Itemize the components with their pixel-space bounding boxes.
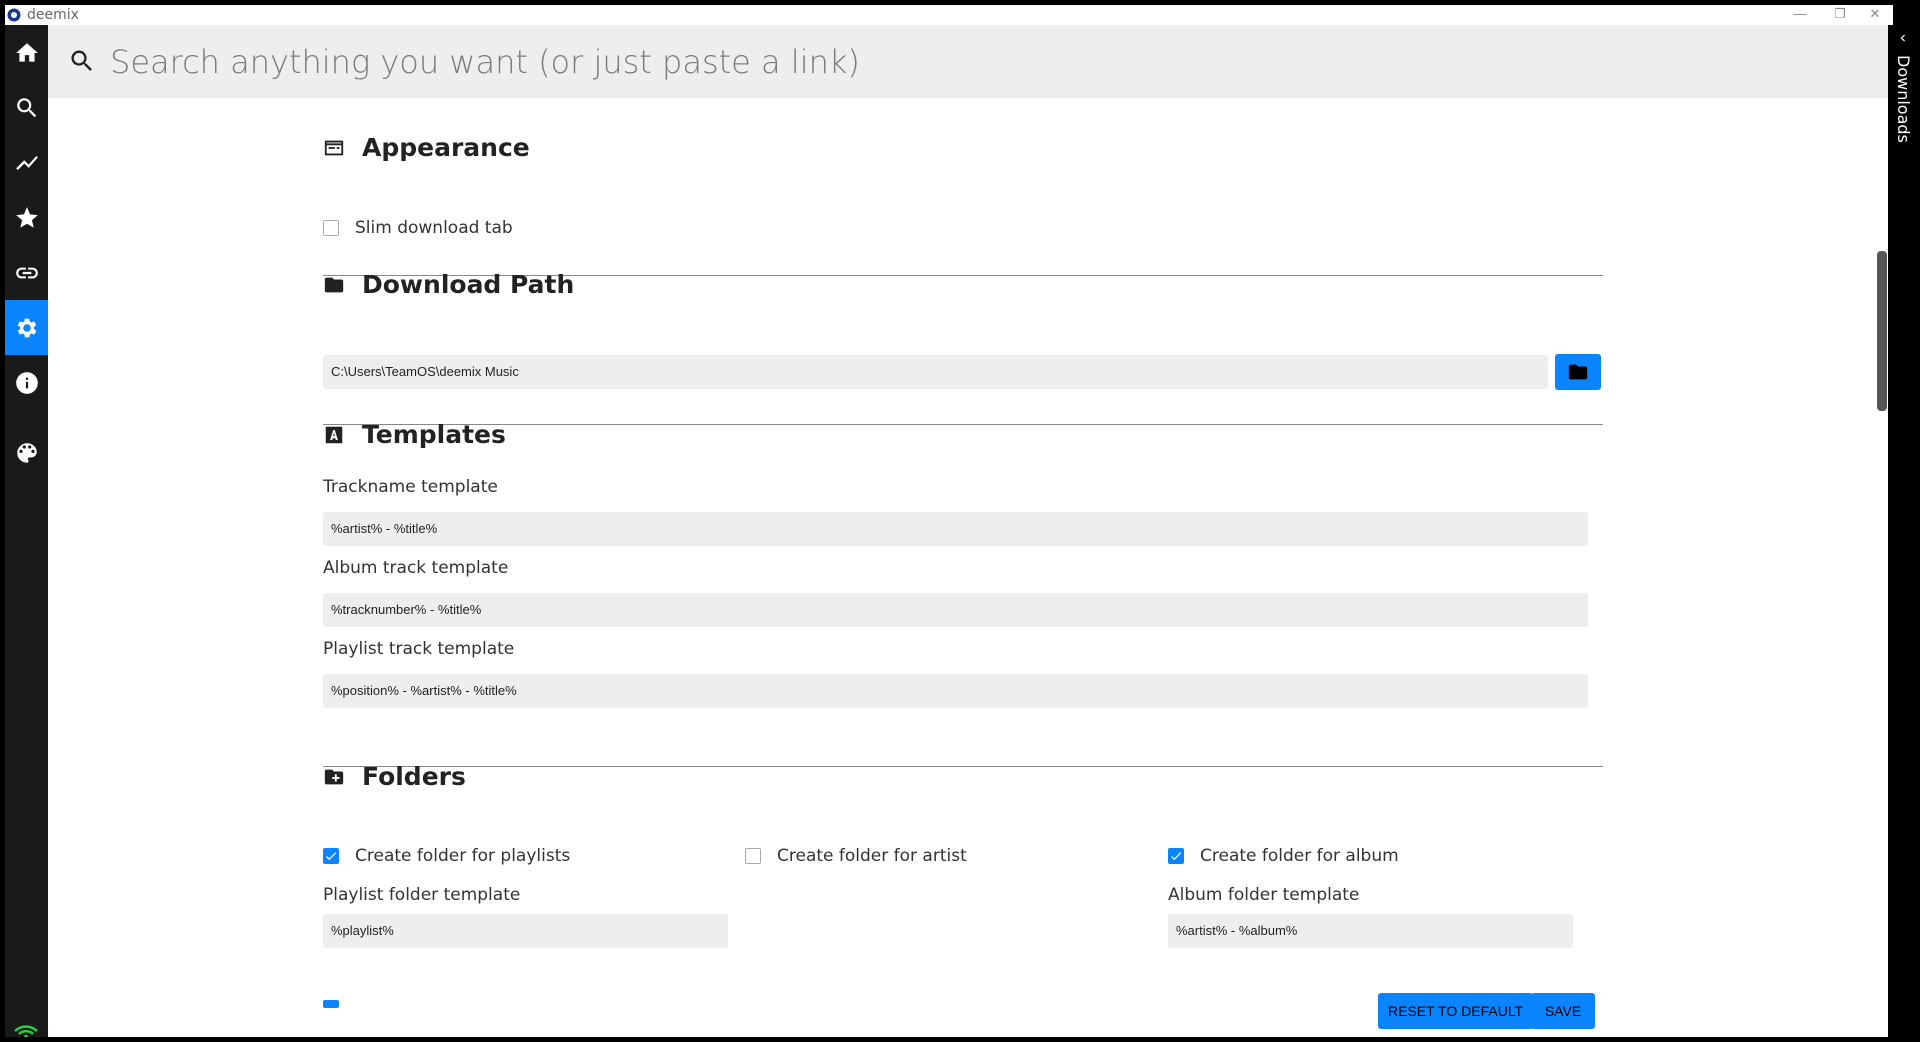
appearance-title: Appearance (362, 133, 530, 162)
text-format-icon (325, 426, 343, 443)
sidebar-item-settings[interactable] (5, 300, 48, 355)
reset-to-default-button[interactable]: RESET TO DEFAULT (1378, 993, 1534, 1029)
create-artist-folder-checkbox[interactable] (745, 848, 761, 864)
star-icon (15, 206, 38, 228)
templates-title: Templates (362, 420, 506, 449)
album-folder-template-input[interactable] (1168, 914, 1573, 948)
slim-download-tab-checkbox[interactable] (323, 220, 339, 236)
album-track-template-input[interactable] (323, 593, 1588, 627)
album-folder-template-label: Album folder template (1168, 885, 1360, 905)
download-path-section-title: Download Path (323, 270, 574, 299)
create-folder-icon (324, 769, 344, 784)
close-button[interactable]: ✕ (1855, 5, 1895, 25)
sidebar-item-link-analyzer[interactable] (5, 245, 48, 300)
album-track-template-label: Album track template (323, 558, 509, 578)
palette-icon (16, 442, 37, 463)
section-divider (323, 766, 1603, 767)
downloads-panel[interactable]: Downloads (1888, 25, 1920, 1037)
create-album-folder-label: Create folder for album (1200, 846, 1399, 866)
restore-button[interactable]: ❐ (1820, 5, 1860, 25)
link-icon (15, 267, 38, 278)
home-icon (15, 42, 38, 62)
download-path-input[interactable] (323, 355, 1548, 389)
create-artist-folder-label: Create folder for artist (777, 846, 967, 866)
create-artist-folder-option[interactable]: Create folder for artist (745, 846, 967, 866)
trackname-template-input[interactable] (323, 512, 1588, 546)
main-content: Appearance Slim download tab Download Pa… (48, 25, 1888, 1037)
gear-icon (17, 318, 36, 337)
create-playlist-folder-checkbox[interactable] (323, 848, 339, 864)
templates-section-title: Templates (323, 420, 506, 449)
slim-download-tab-option[interactable]: Slim download tab (323, 218, 513, 238)
folders-title: Folders (362, 762, 466, 791)
search-icon (71, 50, 92, 71)
playlist-folder-template-label: Playlist folder template (323, 885, 521, 905)
search-icon (16, 97, 36, 117)
browse-folder-button[interactable] (1555, 354, 1601, 390)
checkmark-icon (325, 852, 337, 861)
window-titlebar: deemix — ❐ ✕ (5, 5, 1893, 25)
section-divider (323, 424, 1603, 425)
folder-icon (324, 277, 344, 292)
appearance-section-title: Appearance (323, 133, 530, 162)
create-album-folder-checkbox[interactable] (1168, 848, 1184, 864)
chevron-left-icon[interactable] (1896, 31, 1910, 45)
info-icon (15, 371, 38, 394)
search-bar (48, 25, 1888, 98)
scrollbar-thumb[interactable] (1877, 251, 1887, 411)
trackname-template-label: Trackname template (323, 477, 498, 497)
sidebar-nav (5, 25, 48, 1037)
folder-icon (1568, 364, 1588, 380)
sidebar-item-theme[interactable] (5, 425, 48, 480)
trending-icon (15, 155, 38, 170)
sidebar-item-about[interactable] (5, 355, 48, 410)
partially-visible-checkbox[interactable] (323, 1000, 339, 1008)
search-input[interactable] (108, 37, 1812, 87)
create-playlist-folder-label: Create folder for playlists (355, 846, 571, 866)
playlist-track-template-label: Playlist track template (323, 639, 515, 659)
sidebar-item-search[interactable] (5, 80, 48, 135)
sidebar-item-charts[interactable] (5, 135, 48, 190)
playlist-track-template-input[interactable] (323, 674, 1588, 708)
sidebar-item-home[interactable] (5, 25, 48, 80)
create-playlist-folder-option[interactable]: Create folder for playlists (323, 846, 570, 866)
slim-download-tab-label: Slim download tab (355, 218, 513, 238)
checkmark-icon (1170, 852, 1182, 861)
downloads-label: Downloads (1894, 55, 1913, 143)
playlist-folder-template-input[interactable] (323, 914, 728, 948)
connection-status-icon (14, 1025, 38, 1037)
folders-section-title: Folders (323, 762, 466, 791)
create-album-folder-option[interactable]: Create folder for album (1168, 846, 1399, 866)
minimize-button[interactable]: — (1780, 5, 1820, 25)
download-path-title: Download Path (362, 270, 575, 299)
save-button[interactable]: SAVE (1531, 993, 1595, 1029)
window-icon (324, 140, 344, 155)
sidebar-item-favorites[interactable] (5, 190, 48, 245)
deemix-logo-icon (7, 8, 21, 22)
app-title: deemix (27, 7, 79, 23)
